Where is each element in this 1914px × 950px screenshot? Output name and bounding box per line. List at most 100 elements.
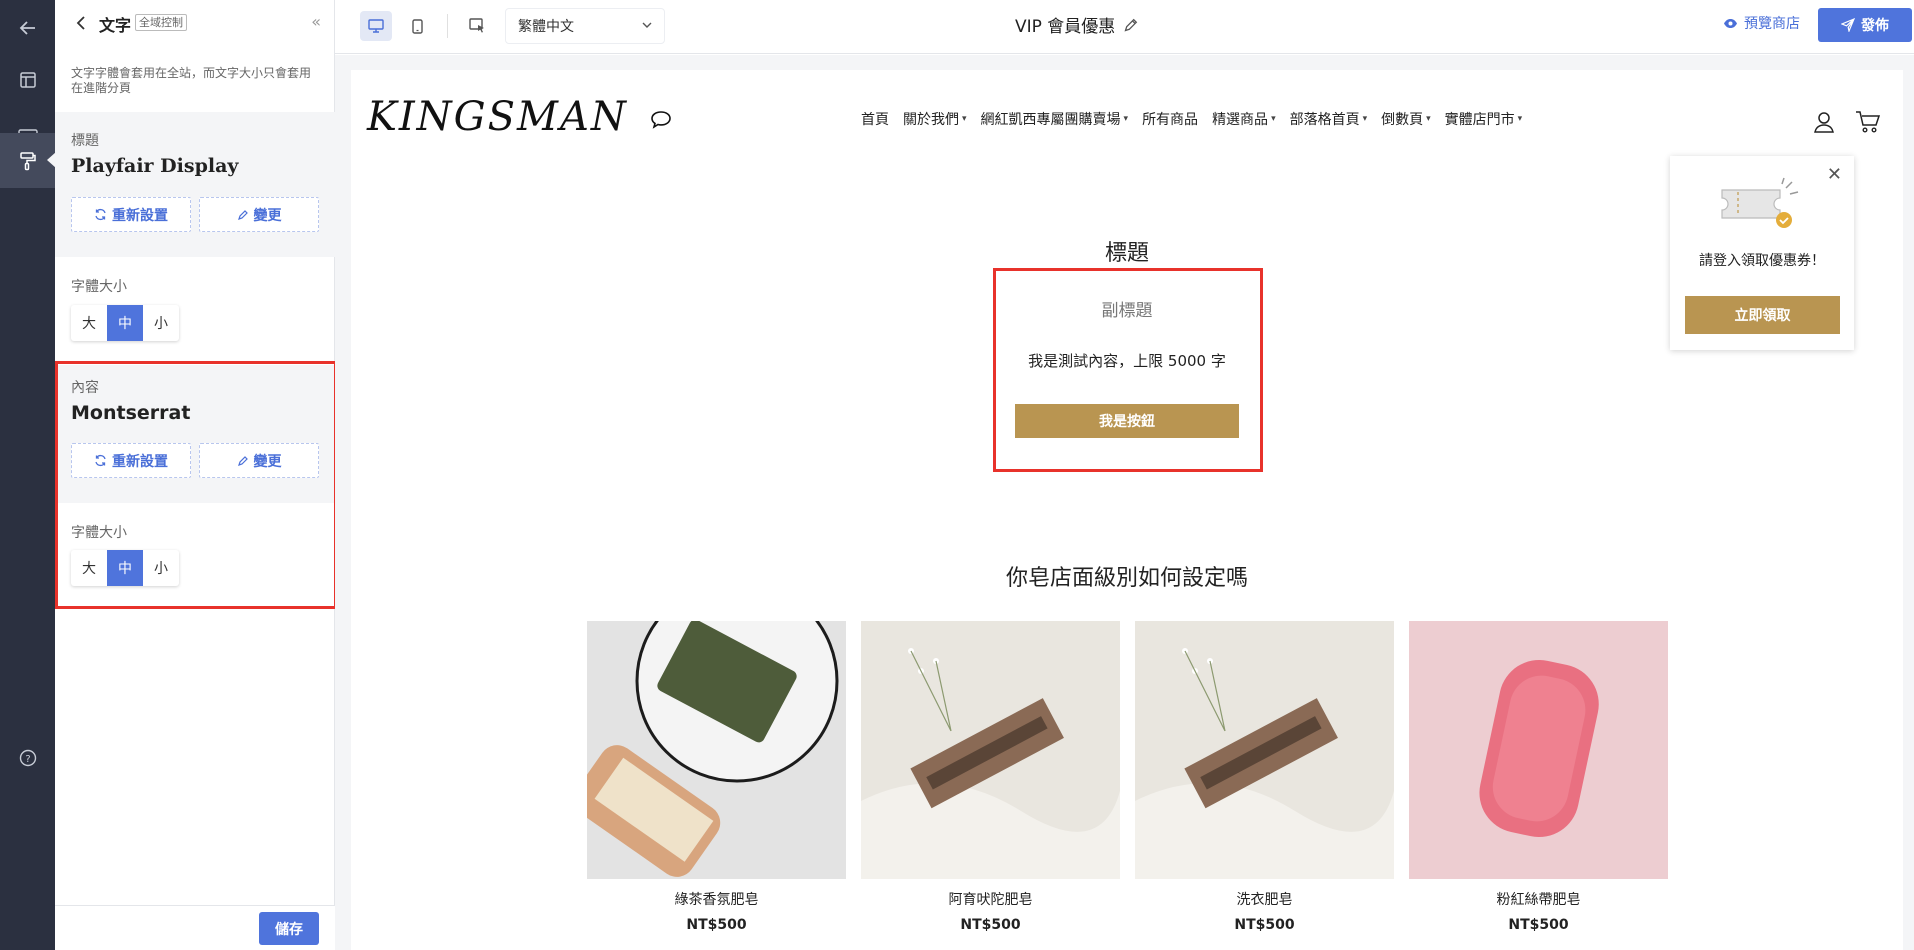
- heading-size-large[interactable]: 大: [71, 305, 107, 341]
- nav-item-stores[interactable]: 實體店門市 ▾: [1445, 109, 1523, 129]
- chevron-left-icon[interactable]: [69, 11, 93, 35]
- nav-item-group-buy[interactable]: 網紅凱西專屬團購賣場 ▾: [981, 109, 1129, 129]
- product-image[interactable]: [587, 621, 846, 879]
- svg-text:?: ?: [25, 754, 30, 765]
- site-preview: KINGSMAN 首頁 關於我們 ▾ 網紅凱西專屬團購賣場 ▾ 所有商品 精選商品 ▾…: [351, 70, 1903, 950]
- content-size-small[interactable]: 小: [143, 550, 179, 586]
- help-icon[interactable]: ?: [0, 730, 55, 785]
- chevron-down-icon: ▾: [1123, 114, 1129, 124]
- select-cursor-icon[interactable]: [461, 11, 493, 41]
- preview-store-button[interactable]: 預覽商店: [1723, 13, 1800, 33]
- product-image[interactable]: [1135, 621, 1394, 879]
- mobile-view-icon[interactable]: [401, 11, 433, 41]
- eye-icon: [1724, 18, 1737, 28]
- cart-icon[interactable]: [1855, 110, 1881, 138]
- chevron-down-icon: ▾: [1426, 114, 1431, 124]
- send-icon: [1841, 18, 1855, 32]
- nav-item-home[interactable]: 首頁: [861, 109, 889, 129]
- panel-header: 文字 全域控制 «: [55, 0, 335, 46]
- toolbar-divider: [447, 14, 448, 38]
- product-price: NT$500: [960, 917, 1021, 933]
- nav-label: 首頁: [861, 112, 889, 128]
- heading-font-section: 標題 Playfair Display 重新設置 變更: [55, 112, 335, 257]
- preview-label: 預覽商店: [1744, 16, 1800, 32]
- content-reset-label: 重新設置: [112, 453, 168, 470]
- collapse-panel-icon[interactable]: «: [311, 12, 321, 31]
- nav-item-featured[interactable]: 精選商品 ▾: [1212, 109, 1276, 129]
- page-title[interactable]: VIP 會員優惠: [1015, 12, 1139, 37]
- product-image[interactable]: [1409, 621, 1668, 879]
- product-card[interactable]: 綠茶香氛肥皂 NT$500: [587, 621, 846, 933]
- icon-rail: SEO ?: [0, 0, 56, 950]
- refresh-icon: [95, 208, 106, 221]
- save-button[interactable]: 儲存: [259, 912, 319, 945]
- layout-icon[interactable]: [0, 52, 55, 107]
- product-card[interactable]: 粉紅絲帶肥皂 NT$500: [1409, 621, 1668, 933]
- chat-bubble-icon: [650, 111, 671, 129]
- product-card[interactable]: 洗衣肥皂 NT$500: [1135, 621, 1394, 933]
- product-name: 粉紅絲帶肥皂: [1496, 892, 1581, 908]
- content-size-selector: 大 中 小: [71, 550, 179, 586]
- panel-title: 文字: [99, 16, 132, 35]
- typography-settings-panel: 文字 全域控制 « 文字字體會套用在全站，而文字大小只會套用在進階分頁 標題 P…: [55, 0, 335, 950]
- coupon-ticket-icon: [1721, 177, 1799, 228]
- nav-item-about[interactable]: 關於我們 ▾: [903, 109, 967, 129]
- paint-roller-icon[interactable]: [0, 133, 56, 188]
- hero-button[interactable]: 我是按鈕: [1015, 404, 1239, 438]
- nav-label: 實體店門市: [1444, 112, 1515, 128]
- content-font-section: 內容 Montserrat 重新設置 變更: [55, 365, 335, 503]
- language-value: 繁體中文: [518, 19, 574, 35]
- heading-reset-label: 重新設置: [112, 207, 168, 224]
- nav-label: 倒數頁: [1381, 112, 1424, 128]
- heading-size-small[interactable]: 小: [143, 305, 179, 341]
- product-name: 洗衣肥皂: [1236, 892, 1293, 908]
- product-card[interactable]: 阿育吠陀肥皂 NT$500: [861, 621, 1120, 933]
- content-change-button[interactable]: 變更: [199, 443, 319, 478]
- desktop-view-icon[interactable]: [360, 11, 392, 41]
- nav-item-blog[interactable]: 部落格首頁 ▾: [1290, 109, 1368, 129]
- content-size-medium[interactable]: 中: [107, 550, 143, 586]
- nav-label: 部落格首頁: [1289, 112, 1360, 128]
- heading-size-medium[interactable]: 中: [107, 305, 143, 341]
- product-name: 阿育吠陀肥皂: [948, 892, 1033, 908]
- back-arrow-icon[interactable]: [0, 0, 55, 55]
- publish-button[interactable]: 發佈: [1818, 8, 1912, 42]
- nav-item-countdown[interactable]: 倒數頁 ▾: [1381, 109, 1431, 129]
- content-size-large[interactable]: 大: [71, 550, 107, 586]
- nav-item-all-products[interactable]: 所有商品: [1142, 109, 1198, 129]
- heading-size-selector: 大 中 小: [71, 305, 179, 341]
- section-title: 你皂店面級別如何設定嗎: [1005, 566, 1248, 591]
- editor-toolbar: 繁體中文 VIP 會員優惠 預覽商店 發佈: [335, 0, 1914, 54]
- hero-title: 標題: [1104, 241, 1149, 266]
- heading-font-name: Playfair Display: [71, 155, 239, 177]
- content-size-label: 字體大小: [71, 525, 127, 541]
- product-image[interactable]: [861, 621, 1120, 879]
- product-price: NT$500: [1508, 917, 1569, 933]
- content-change-label: 變更: [253, 453, 282, 470]
- publish-label: 發佈: [1861, 18, 1889, 34]
- pencil-icon: [237, 209, 248, 220]
- content-reset-button[interactable]: 重新設置: [71, 443, 191, 478]
- user-icon[interactable]: [1812, 110, 1836, 138]
- close-icon[interactable]: ✕: [1827, 164, 1842, 185]
- nav-label: 所有商品: [1142, 112, 1199, 128]
- refresh-icon: [95, 454, 106, 467]
- heading-change-button[interactable]: 變更: [199, 197, 319, 232]
- content-font-label: 內容: [71, 380, 99, 396]
- chevron-down-icon: ▾: [962, 114, 967, 124]
- chevron-down-icon: ▾: [1271, 114, 1276, 124]
- chevron-down-icon: ▾: [1517, 114, 1523, 124]
- pencil-icon: [237, 455, 248, 466]
- heading-reset-button[interactable]: 重新設置: [71, 197, 191, 232]
- main-navigation: 首頁 關於我們 ▾ 網紅凱西專屬團購賣場 ▾ 所有商品 精選商品 ▾ 部落格首頁 ▾ 倒…: [861, 109, 1522, 129]
- store-logo[interactable]: KINGSMAN: [367, 94, 673, 140]
- page-name-text: VIP 會員優惠: [1015, 17, 1116, 37]
- language-select[interactable]: 繁體中文: [505, 8, 665, 44]
- hero-body: 我是測試內容，上限 5000 字: [1028, 352, 1226, 370]
- heading-change-label: 變更: [253, 207, 282, 224]
- save-bar: 儲存: [55, 905, 335, 950]
- chevron-down-icon: ▾: [1362, 114, 1368, 124]
- edit-pencil-icon[interactable]: [1123, 17, 1139, 33]
- chevron-down-icon: [642, 18, 652, 34]
- store-logo-text: KINGSMAN: [367, 94, 628, 140]
